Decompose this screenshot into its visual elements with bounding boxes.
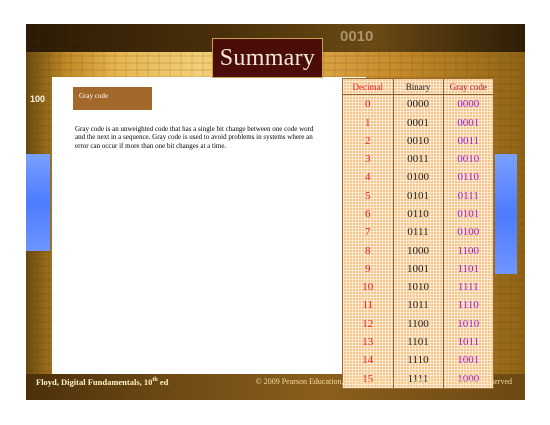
- cell-decimal: 13: [343, 332, 394, 352]
- right-blue-bar: [495, 154, 517, 274]
- cell-gray-code: 0111: [457, 189, 479, 202]
- cell-decimal: 2: [343, 131, 394, 150]
- cell-gray-code: 0101: [457, 207, 480, 220]
- footer-book-title: Floyd, Digital Fundamentals, 10th ed: [36, 377, 169, 387]
- table-row: 1 0001 0001: [343, 113, 493, 132]
- gray-code-table: Decimal Binary Gray code 0 0000 0000 1 0001 0…: [342, 78, 494, 389]
- cell-gray-code: 1110: [457, 299, 479, 312]
- cell-gray-code: 0110: [457, 171, 480, 184]
- cell-decimal: 4: [343, 168, 394, 187]
- cell-decimal: 7: [343, 223, 394, 242]
- background-number: 0010: [340, 28, 374, 45]
- cell-binary: 0101: [393, 186, 444, 205]
- cell-binary: 0110: [393, 204, 444, 224]
- cell-decimal: 8: [343, 241, 394, 260]
- left-blue-bar: [26, 154, 50, 251]
- cell-binary: 0001: [393, 113, 444, 132]
- cell-decimal: 11: [343, 296, 394, 315]
- cell-gray-code: 0010: [457, 153, 480, 166]
- cell-gray-code: 1001: [457, 354, 480, 367]
- header-decimal: Decimal: [343, 79, 394, 95]
- cell-gray-code: 1111: [457, 281, 479, 294]
- cell-decimal: 6: [343, 204, 394, 224]
- table-row: 7 0111 0100: [343, 223, 493, 242]
- table-row: 3 0011 0010: [343, 149, 493, 169]
- cell-gray-code: 1011: [457, 336, 480, 349]
- cell-decimal: 12: [343, 314, 394, 333]
- table-row: 10 1010 1111: [343, 278, 493, 297]
- table-row: 8 1000 1100: [343, 241, 493, 260]
- content-panel: [52, 77, 366, 387]
- table-row: 6 0110 0101: [343, 204, 493, 224]
- cell-binary: 0010: [393, 131, 444, 150]
- table-row: 4 0100 0110: [343, 168, 493, 187]
- table-row: 11 1011 1110: [343, 296, 493, 315]
- table-row: 13 1101 1011: [343, 332, 493, 352]
- slide: 100 0010 Summary Gray code Gray code is …: [26, 24, 525, 400]
- cell-gray-code: 0100: [457, 226, 480, 239]
- cell-decimal: 10: [343, 278, 394, 297]
- cell-gray-code: 1100: [457, 244, 480, 257]
- cell-binary: 0111: [393, 223, 444, 242]
- cell-binary: 1100: [393, 314, 444, 333]
- cell-decimal: 3: [343, 149, 394, 169]
- cell-binary: 1010: [393, 278, 444, 297]
- cell-gray-code: 1010: [457, 317, 480, 330]
- table-row: 14 1110 1001: [343, 351, 493, 370]
- header-gray-code: Gray code: [443, 79, 493, 95]
- cell-decimal: 5: [343, 186, 394, 205]
- table-row: 5 0101 0111: [343, 186, 493, 205]
- table-row: 9 1001 1101: [343, 259, 493, 279]
- cell-binary: 0011: [393, 149, 444, 169]
- cell-binary: 1001: [393, 259, 444, 279]
- slide-title: Summary: [212, 38, 323, 78]
- cell-binary: 1110: [393, 351, 444, 370]
- cell-decimal: 1: [343, 113, 394, 132]
- cell-decimal: 14: [343, 351, 394, 370]
- cell-decimal: 9: [343, 259, 394, 279]
- cell-binary: 1000: [393, 241, 444, 260]
- body-paragraph: Gray code is an unweighted code that has…: [75, 125, 314, 150]
- footer-copyright: © 2009 Pearson Education, Upper Saddle R…: [255, 377, 512, 386]
- cell-decimal: 0: [343, 94, 394, 114]
- background-number: 100: [30, 94, 46, 104]
- cell-gray-code: 0011: [457, 134, 480, 147]
- cell-binary: 0000: [393, 94, 444, 114]
- table-row: 2 0010 0011: [343, 131, 493, 150]
- cell-gray-code: 0000: [457, 98, 480, 111]
- section-label: Gray code: [73, 87, 152, 110]
- cell-gray-code: 1101: [457, 262, 480, 275]
- cell-gray-code: 0001: [457, 116, 480, 129]
- header-binary: Binary: [393, 79, 444, 95]
- cell-binary: 1011: [393, 296, 444, 315]
- cell-binary: 0100: [393, 168, 444, 187]
- table-row: 0 0000 0000: [343, 94, 493, 114]
- table-row: 12 1100 1010: [343, 314, 493, 333]
- cell-binary: 1101: [393, 332, 444, 352]
